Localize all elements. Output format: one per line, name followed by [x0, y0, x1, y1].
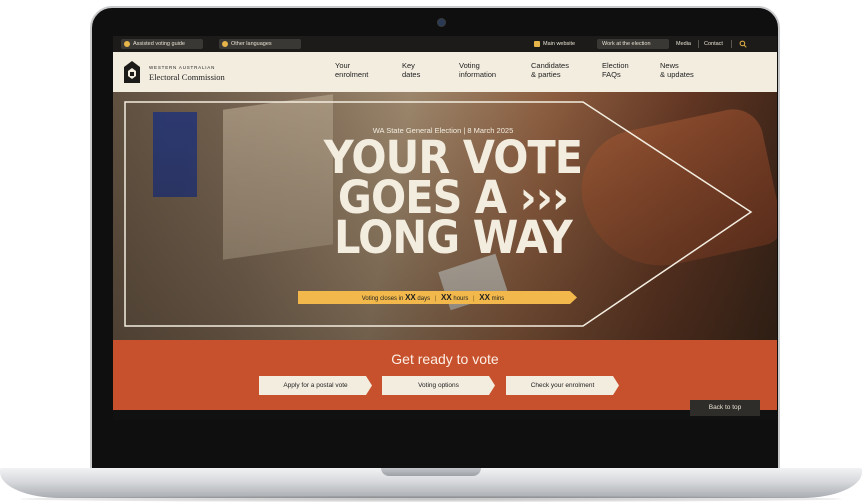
apply-postal-vote-label: Apply for a postal vote [283, 382, 348, 389]
contact-label: Contact [704, 41, 723, 47]
voting-countdown: Voting closes in XX days | XX hours | XX… [298, 291, 577, 304]
assisted-voting-guide-link[interactable]: Assisted voting guide [121, 39, 203, 49]
countdown-text: Voting closes in XX days | XX hours | XX… [298, 291, 568, 304]
logo-subtitle: WESTERN AUSTRALIAN [149, 65, 216, 70]
nav-voting-information[interactable]: Voting information [459, 61, 496, 79]
voting-options-label: Voting options [418, 382, 459, 389]
work-at-election-link[interactable]: Work at the election [597, 39, 669, 49]
contact-link[interactable]: Contact [704, 39, 723, 49]
media-link[interactable]: Media [676, 39, 691, 49]
get-ready-section: Get ready to vote Apply for a postal vot… [113, 340, 777, 410]
work-at-election-label: Work at the election [602, 41, 651, 47]
external-link-icon [534, 41, 540, 47]
apply-postal-vote-button[interactable]: Apply for a postal vote [259, 376, 372, 395]
back-to-top-button[interactable]: Back to top [690, 400, 760, 416]
nav-news-updates[interactable]: News & updates [660, 61, 694, 79]
utility-bar: Assisted voting guide Other languages Ma… [113, 36, 777, 52]
laptop-hinge-notch [381, 468, 481, 476]
get-ready-title: Get ready to vote [391, 351, 499, 367]
divider: | [434, 296, 437, 302]
camera-icon [438, 19, 445, 26]
nav-key-dates[interactable]: Key dates [402, 61, 420, 79]
countdown-days-unit: days [417, 296, 431, 302]
check-enrolment-label: Check your enrolment [530, 382, 595, 389]
accessibility-icon [124, 41, 130, 47]
page-footer-edge [113, 410, 777, 420]
assisted-voting-label: Assisted voting guide [133, 41, 185, 47]
hero-headline: YOUR VOTE GOES A ››› LONG WAY [315, 135, 591, 264]
countdown-days-value: XX [405, 293, 416, 302]
countdown-mins-value: XX [479, 293, 490, 302]
globe-icon [222, 41, 228, 47]
countdown-prefix: Voting closes in [361, 296, 404, 302]
countdown-mins-unit: mins [491, 296, 505, 302]
media-label: Media [676, 41, 691, 47]
logo-title: Electoral Commission [149, 72, 225, 82]
main-website-label: Main website [543, 41, 576, 47]
main-website-link[interactable]: Main website [531, 39, 589, 49]
voting-options-button[interactable]: Voting options [382, 376, 495, 395]
browser-screen: Assisted voting guide Other languages Ma… [113, 36, 777, 420]
headline-line-3: LONG WAY [334, 211, 573, 264]
check-enrolment-button[interactable]: Check your enrolment [506, 376, 619, 395]
divider: | [473, 296, 475, 302]
nav-election-faqs[interactable]: Election FAQs [602, 61, 629, 79]
divider [731, 40, 732, 48]
wa-electoral-commission-logo[interactable] [123, 59, 141, 85]
site-header: WESTERN AUSTRALIAN Electoral Commission … [113, 52, 777, 92]
countdown-hours-unit: hours [453, 296, 469, 302]
countdown-hours-value: XX [441, 293, 452, 302]
other-languages-link[interactable]: Other languages [219, 39, 301, 49]
hero-banner: WA State General Election | 8 March 2025… [113, 92, 777, 344]
laptop-shadow [20, 496, 842, 502]
divider [698, 40, 699, 48]
nav-candidates-parties[interactable]: Candidates & parties [531, 61, 569, 79]
other-languages-label: Other languages [231, 41, 272, 47]
nav-your-enrolment[interactable]: Your enrolment [335, 61, 368, 79]
search-icon[interactable] [739, 40, 747, 48]
